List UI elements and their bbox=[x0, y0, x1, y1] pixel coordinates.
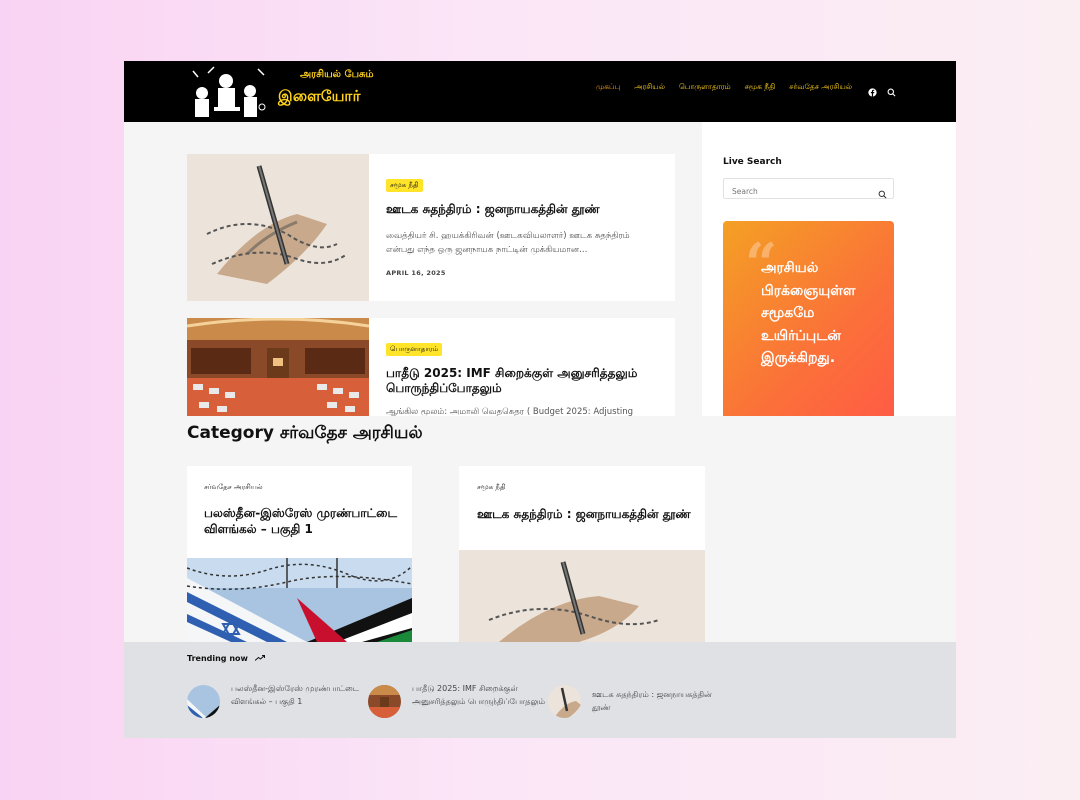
post-thumbnail[interactable] bbox=[187, 154, 369, 301]
grid-post-card[interactable]: சர்வதேச அரசியல் பலஸ்தீன-இஸ்ரேஸ் முரண்பாட… bbox=[187, 466, 412, 642]
post-title[interactable]: ஊடக சுதந்திரம் : ஜனநாயகத்தின் தூண் bbox=[386, 202, 659, 217]
post-excerpt: வைத்தியர் சி. ஹயக்கிரிவன் (ஊடகவியலாளர்) … bbox=[386, 231, 630, 255]
nav-item-international-politics[interactable]: சர்வதேச அரசியல் bbox=[789, 82, 852, 92]
trending-thumbnail[interactable] bbox=[368, 685, 401, 718]
trending-title[interactable]: ஊடக சுதந்திரம் : ஜனநாயகத்தின் தூண் bbox=[592, 688, 712, 714]
logo-illustration bbox=[188, 63, 270, 121]
post-body: சமூக நீதி ஊடக சுதந்திரம் : ஜனநாயகத்தின் … bbox=[386, 172, 659, 277]
post-title[interactable]: பாதீடு 2025: IMF சிறைக்குள் அனுசரித்தலும… bbox=[386, 366, 659, 396]
trending-item[interactable]: ஊடக சுதந்திரம் : ஜனநாயகத்தின் தூண் bbox=[548, 682, 724, 724]
post-date: APRIL 16, 2025 bbox=[386, 269, 446, 277]
grid-post-card[interactable]: சமூக நீதி ஊடக சுதந்திரம் : ஜனநாயகத்தின் … bbox=[459, 466, 705, 642]
trending-bar: Trending now பலஸ்தீன-இஸ்ரேஸ் முரண்பாட்டை… bbox=[124, 642, 956, 738]
trending-up-icon bbox=[251, 654, 265, 663]
quote-text: அரசியல் பிரக்ஞையுள்ள சமூகமே உயிர்ப்புடன்… bbox=[761, 260, 856, 366]
trending-thumbnail[interactable] bbox=[548, 685, 581, 718]
category-section: Category சர்வதேச அரசியல் சர்வதேச அரசியல்… bbox=[124, 416, 956, 642]
grid-post-image[interactable] bbox=[187, 558, 412, 642]
search-input[interactable] bbox=[724, 182, 864, 201]
post-card[interactable]: சமூக நீதி ஊடக சுதந்திரம் : ஜனநாயகத்தின் … bbox=[187, 154, 675, 301]
logo-line-1: அரசியல் பேசும் bbox=[300, 69, 374, 80]
trending-heading: Trending now bbox=[187, 654, 265, 663]
quote-widget: “ அரசியல் பிரக்ஞையுள்ள சமூகமே உயிர்ப்புட… bbox=[723, 221, 894, 421]
grid-post-category[interactable]: சர்வதேச அரசியல் bbox=[204, 483, 263, 492]
sidebar: Live Search “ அரசியல் பிரக்ஞையுள்ள சமூகம… bbox=[702, 122, 956, 421]
search-icon[interactable] bbox=[887, 82, 896, 97]
trending-title[interactable]: பாதீடு 2025: IMF சிறைக்குள் அனுசரித்தலும… bbox=[412, 682, 547, 708]
facebook-icon[interactable] bbox=[868, 82, 877, 97]
nav-item-politics[interactable]: அரசியல் bbox=[634, 82, 665, 92]
category-title: Category சர்வதேச அரசியல் bbox=[187, 423, 423, 443]
post-body: பொருளாதாரம் பாதீடு 2025: IMF சிறைக்குள் … bbox=[386, 336, 659, 416]
live-search-box bbox=[723, 178, 894, 201]
logo-line-2: இளையோர் bbox=[278, 87, 361, 105]
grid-post-title[interactable]: பலஸ்தீன-இஸ்ரேஸ் முரண்பாட்டை விளங்கல் – ப… bbox=[204, 505, 398, 537]
search-icon[interactable] bbox=[878, 184, 887, 199]
category-badge[interactable]: பொருளாதாரம் bbox=[386, 343, 443, 356]
trending-item[interactable]: பலஸ்தீன-இஸ்ரேஸ் முரண்பாட்டை விளங்கல் – ப… bbox=[187, 682, 363, 724]
website-frame: அரசியல் பேசும் இளையோர் முகப்பு அரசியல் ப… bbox=[124, 61, 956, 738]
post-excerpt: ஆங்கில மூலம்: அமாலி வெதகெதர ( Budget 202… bbox=[386, 407, 634, 416]
grid-post-title[interactable]: ஊடக சுதந்திரம் : ஜனநாயகத்தின் தூண் bbox=[477, 506, 691, 522]
trending-item[interactable]: பாதீடு 2025: IMF சிறைக்குள் அனுசரித்தலும… bbox=[368, 682, 547, 724]
trending-thumbnail[interactable] bbox=[187, 685, 220, 718]
nav-item-social-justice[interactable]: சமூக நீதி bbox=[745, 82, 776, 92]
nav-item-home[interactable]: முகப்பு bbox=[596, 82, 620, 92]
live-search-heading: Live Search bbox=[723, 157, 782, 167]
post-card[interactable]: பொருளாதாரம் பாதீடு 2025: IMF சிறைக்குள் … bbox=[187, 318, 675, 416]
main-nav: முகப்பு அரசியல் பொருளாதாரம் சமூக நீதி சர… bbox=[596, 82, 852, 92]
header-icons bbox=[868, 82, 896, 97]
site-logo[interactable]: அரசியல் பேசும் இளையோர் bbox=[188, 63, 388, 121]
site-header: அரசியல் பேசும் இளையோர் முகப்பு அரசியல் ப… bbox=[124, 61, 956, 122]
trending-heading-label: Trending now bbox=[187, 654, 248, 663]
grid-post-category[interactable]: சமூக நீதி bbox=[477, 483, 506, 492]
grid-post-image[interactable] bbox=[459, 550, 705, 642]
nav-item-economy[interactable]: பொருளாதாரம் bbox=[679, 82, 731, 92]
category-badge[interactable]: சமூக நீதி bbox=[386, 179, 423, 192]
trending-title[interactable]: பலஸ்தீன-இஸ்ரேஸ் முரண்பாட்டை விளங்கல் – ப… bbox=[231, 682, 361, 708]
post-thumbnail[interactable] bbox=[187, 318, 369, 416]
